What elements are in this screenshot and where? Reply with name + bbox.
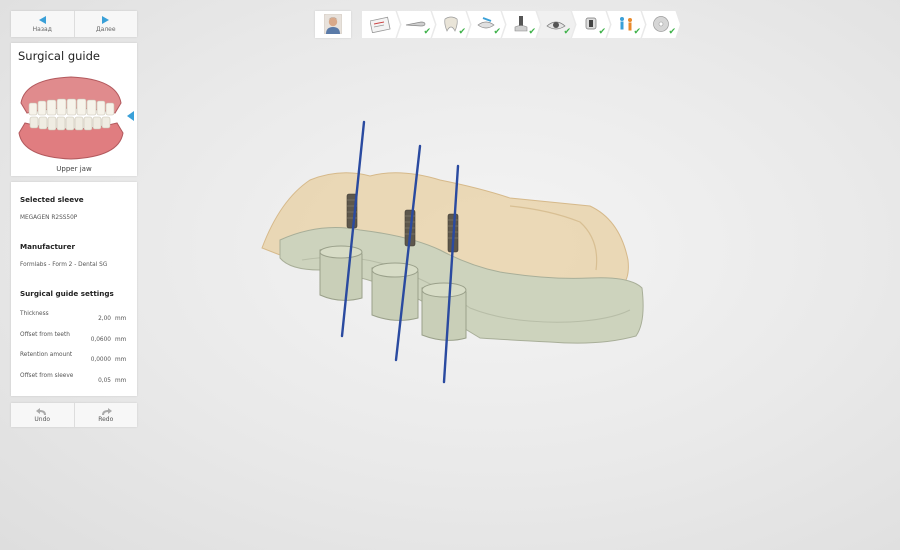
step-done-check-icon: ✔: [633, 27, 641, 37]
redo-button[interactable]: Redo: [73, 403, 138, 427]
back-button[interactable]: Назад: [11, 11, 74, 37]
step-patient-card[interactable]: [362, 11, 400, 38]
step-model-edit[interactable]: ✔: [467, 11, 505, 38]
step-done-check-icon: ✔: [493, 27, 501, 37]
step-implant[interactable]: ✔: [502, 11, 540, 38]
arrow-left-icon: [38, 15, 46, 24]
undo-icon: [36, 407, 47, 415]
step-guide-eye[interactable]: ✔: [537, 11, 575, 38]
retention-input[interactable]: 0,0000: [91, 357, 111, 363]
step-scanner[interactable]: ✔: [397, 11, 435, 38]
surgical-guide-card: Surgical guide Upper jaw: [11, 43, 137, 176]
step-done-check-icon: ✔: [668, 27, 676, 37]
retention-unit: mm: [115, 357, 127, 363]
patient-avatar-icon: [324, 14, 342, 34]
patient-profile-button[interactable]: [315, 11, 351, 38]
jaw-label: Upper jaw: [56, 165, 92, 173]
step-done-check-icon: ✔: [598, 27, 606, 37]
redo-label: Redo: [98, 415, 114, 423]
redo-icon: [101, 407, 112, 415]
jaw-thumbnail-icon[interactable]: [15, 73, 127, 161]
panel-title: Surgical guide: [18, 49, 100, 63]
3d-viewport[interactable]: [250, 110, 660, 390]
selected-sleeve-value: MEGAGEN R2SS50P: [20, 215, 78, 221]
undo-button[interactable]: Undo: [11, 403, 74, 427]
patient-card-icon: [370, 16, 391, 33]
offset-sleeve-label: Offset from sleeve: [20, 373, 74, 379]
guide-settings-label: Surgical guide settings: [20, 289, 114, 298]
selected-sleeve-label: Selected sleeve: [20, 195, 84, 204]
step-disc[interactable]: ✔: [642, 11, 680, 38]
step-done-check-icon: ✔: [563, 27, 571, 37]
forward-button[interactable]: Далее: [73, 11, 138, 37]
settings-panel: Selected sleeve MEGAGEN R2SS50P Manufact…: [11, 182, 137, 396]
nav-bar: Назад Далее: [11, 11, 137, 37]
undo-label: Undo: [34, 415, 51, 423]
step-done-check-icon: ✔: [423, 27, 431, 37]
step-sleeve[interactable]: ✔: [572, 11, 610, 38]
selected-jaw-pointer-icon: [127, 111, 134, 121]
thickness-unit: mm: [115, 316, 127, 322]
workflow-steps: ✔ ✔ ✔ ✔ ✔ ✔ ✔ ✔: [362, 11, 680, 38]
offset-teeth-unit: mm: [115, 337, 127, 343]
thickness-input[interactable]: 2,00: [98, 316, 111, 322]
forward-label: Далее: [95, 25, 116, 33]
offset-sleeve-unit: mm: [115, 378, 127, 384]
history-bar: Undo Redo: [11, 403, 137, 427]
offset-teeth-label: Offset from teeth: [20, 332, 70, 338]
step-export-people[interactable]: ✔: [607, 11, 645, 38]
retention-label: Retention amount: [20, 352, 73, 358]
step-done-check-icon: ✔: [458, 27, 466, 37]
arrow-right-icon: [102, 15, 110, 24]
thickness-label: Thickness: [20, 311, 49, 317]
offset-teeth-input[interactable]: 0,0600: [91, 337, 111, 343]
manufacturer-label: Manufacturer: [20, 242, 75, 251]
manufacturer-value: Formlabs - Form 2 - Dental SG: [20, 262, 108, 268]
back-label: Назад: [32, 25, 52, 33]
offset-sleeve-input[interactable]: 0,05: [98, 378, 111, 384]
step-done-check-icon: ✔: [528, 27, 536, 37]
step-tooth[interactable]: ✔: [432, 11, 470, 38]
